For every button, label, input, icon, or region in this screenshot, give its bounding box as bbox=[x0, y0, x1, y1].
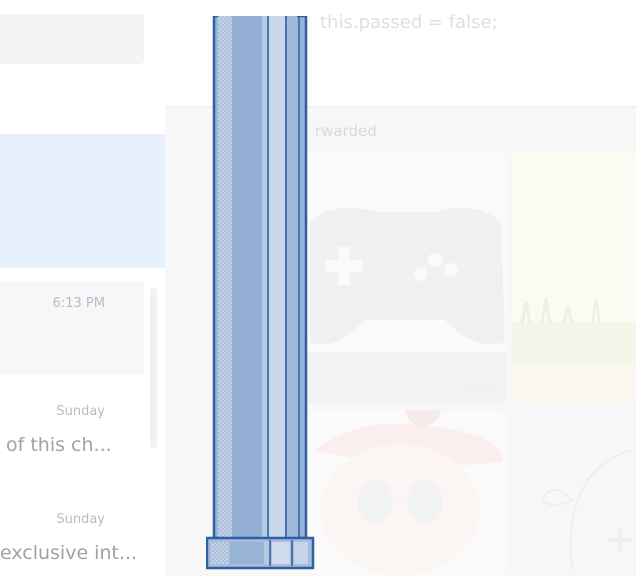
chat-list-scrollbar[interactable] bbox=[150, 288, 157, 448]
chat-item[interactable]: Sunday of this ch... bbox=[0, 392, 144, 464]
chat-time: Sunday bbox=[56, 512, 105, 527]
search-input[interactable] bbox=[0, 14, 144, 64]
character-illustration bbox=[315, 410, 502, 576]
tile-badge: ZIVIO bbox=[456, 380, 498, 398]
tile-add[interactable]: + bbox=[512, 410, 636, 576]
tile-game-controller[interactable]: ZIVIO bbox=[305, 152, 506, 404]
tile-landscape[interactable] bbox=[512, 152, 636, 404]
code-line: this.passed = false; bbox=[320, 12, 498, 33]
chat-time: Sunday bbox=[56, 404, 105, 419]
plus-icon[interactable]: + bbox=[604, 520, 636, 558]
chat-list-panel: × 6:13 PM Sunday of this ch... Sunday ex… bbox=[0, 0, 165, 576]
chat-preview: exclusive int... bbox=[0, 542, 138, 564]
tile-kid-character[interactable] bbox=[305, 410, 506, 576]
chat-time: 6:13 PM bbox=[52, 296, 105, 311]
chat-preview: of this ch... bbox=[6, 434, 112, 456]
game-controller-icon bbox=[305, 207, 506, 404]
chat-item-active[interactable]: 6:13 PM bbox=[0, 282, 144, 374]
chat-item[interactable]: Sunday exclusive int... bbox=[0, 500, 144, 572]
section-label: rwarded bbox=[315, 122, 377, 140]
notification-banner: × bbox=[0, 134, 165, 347]
drag-handle-column[interactable] bbox=[205, 14, 316, 572]
landscape-image bbox=[512, 152, 636, 404]
ladder-column-icon bbox=[205, 14, 315, 570]
